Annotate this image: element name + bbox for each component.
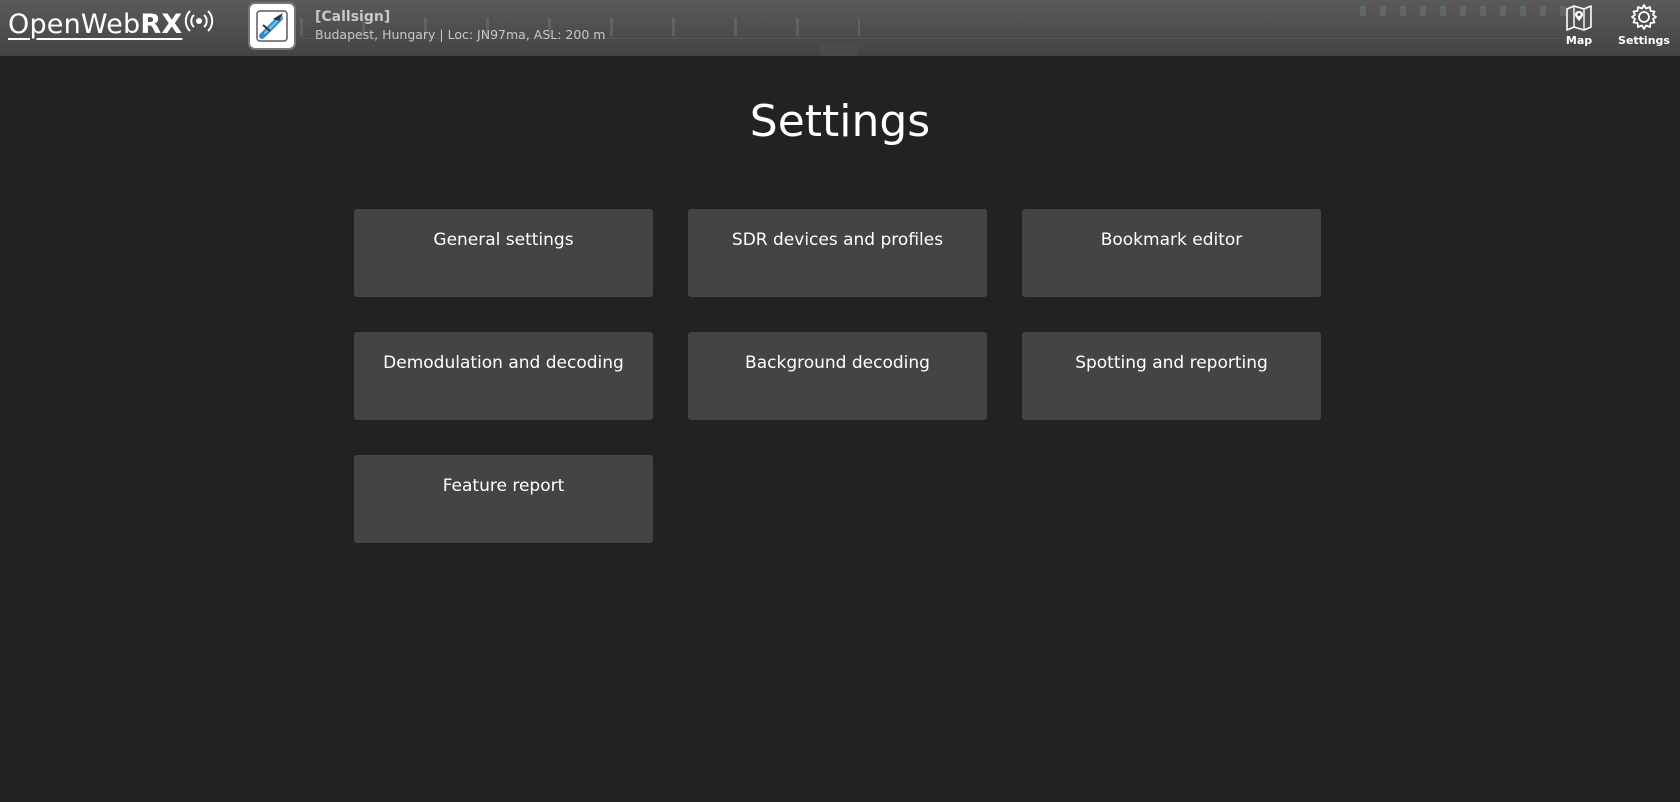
openwebrx-logo[interactable]: Open Web RX xyxy=(8,6,214,42)
logo-text-web: Web xyxy=(80,8,141,40)
logo-text-rx: RX xyxy=(140,8,183,40)
receiver-avatar[interactable] xyxy=(250,4,294,48)
sdr-devices-and-profiles-tile[interactable]: SDR devices and profiles xyxy=(688,209,987,297)
page-title: Settings xyxy=(749,96,931,147)
background-decoding-tile[interactable]: Background decoding xyxy=(688,332,987,420)
top-bar: Open Web RX [Callsign] Budapest, Hungary |… xyxy=(0,0,1680,56)
bookmark-editor-tile[interactable]: Bookmark editor xyxy=(1022,209,1321,297)
settings-button-label: Settings xyxy=(1618,34,1670,47)
receiver-callsign: [Callsign] xyxy=(315,9,391,25)
radio-waves-icon xyxy=(184,8,214,41)
general-settings-tile[interactable]: General settings xyxy=(354,209,653,297)
spotting-and-reporting-tile[interactable]: Spotting and reporting xyxy=(1022,332,1321,420)
settings-content: Settings General settings SDR devices an… xyxy=(0,56,1680,802)
map-button-label: Map xyxy=(1565,34,1593,47)
demodulation-and-decoding-tile[interactable]: Demodulation and decoding xyxy=(354,332,653,420)
gear-icon xyxy=(1631,4,1657,30)
map-icon xyxy=(1566,5,1592,31)
settings-button[interactable]: Settings xyxy=(1616,2,1672,47)
map-button[interactable]: Map xyxy=(1554,2,1604,47)
feature-report-tile[interactable]: Feature report xyxy=(354,455,653,543)
receiver-info: [Callsign] Budapest, Hungary | Loc: JN97… xyxy=(315,8,605,44)
swiss-knife-icon xyxy=(256,10,288,42)
logo-text-open: Open xyxy=(8,8,81,40)
receiver-location: Budapest, Hungary | Loc: JN97ma, ASL: 20… xyxy=(315,27,606,42)
header-nav: Map Settings xyxy=(1554,2,1672,47)
